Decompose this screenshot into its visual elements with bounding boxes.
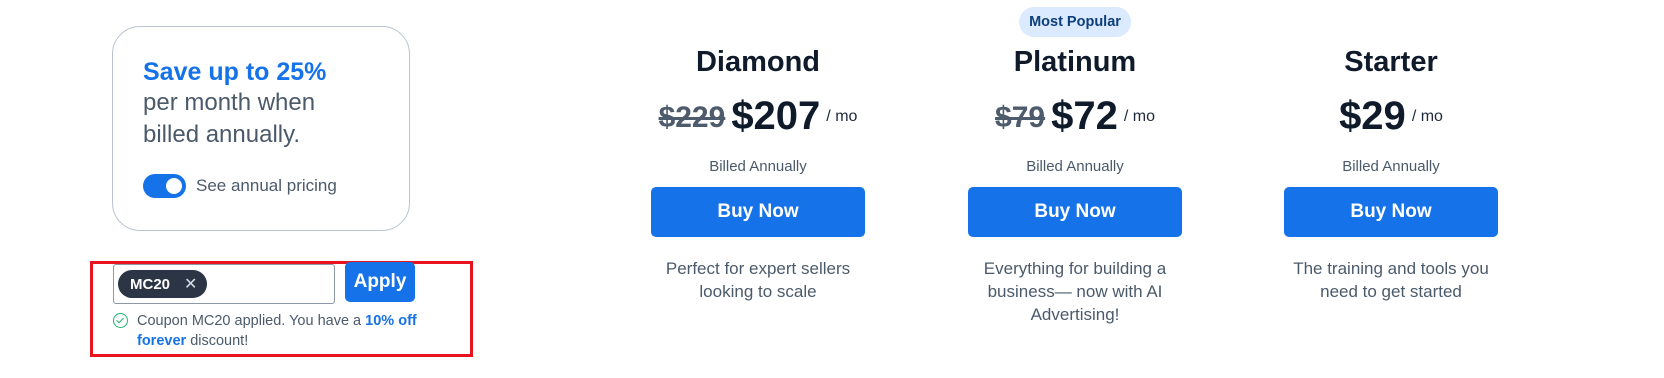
price-period: / mo bbox=[1123, 108, 1155, 125]
discounted-price: $72 bbox=[1051, 94, 1118, 138]
buy-now-button-starter[interactable]: Buy Now bbox=[1284, 187, 1498, 237]
price-row: $29 / mo bbox=[1261, 92, 1521, 140]
buy-now-button-platinum[interactable]: Buy Now bbox=[968, 187, 1182, 237]
price: $29 bbox=[1339, 94, 1406, 138]
remove-coupon-icon[interactable]: ✕ bbox=[184, 274, 197, 294]
coupon-input[interactable]: MC20 ✕ bbox=[113, 264, 335, 304]
coupon-code: MC20 bbox=[130, 275, 171, 293]
coupon-message-suffix: discount! bbox=[186, 333, 249, 349]
buy-now-button-diamond[interactable]: Buy Now bbox=[651, 187, 865, 237]
most-popular-badge: Most Popular bbox=[1019, 7, 1131, 37]
annual-pricing-toggle-row: See annual pricing bbox=[143, 174, 409, 198]
billing-frequency: Billed Annually bbox=[709, 158, 807, 175]
original-price: $79 bbox=[995, 101, 1046, 134]
savings-headline: Save up to 25% bbox=[143, 58, 327, 86]
billing-frequency: Billed Annually bbox=[1342, 158, 1440, 175]
plan-description: Perfect for expert sellers looking to sc… bbox=[665, 259, 851, 301]
savings-subtext: per month when billed annually. bbox=[143, 89, 316, 148]
price-row: $79 $72 / mo bbox=[945, 92, 1205, 140]
coupon-chip: MC20 ✕ bbox=[118, 270, 208, 298]
discounted-price: $207 bbox=[731, 94, 821, 138]
plan-name: Diamond bbox=[695, 46, 821, 78]
billing-frequency: Billed Annually bbox=[1026, 158, 1124, 175]
check-circle-icon bbox=[113, 313, 128, 328]
annual-pricing-label[interactable]: See annual pricing bbox=[196, 176, 337, 196]
annual-pricing-toggle[interactable] bbox=[143, 174, 186, 198]
coupon-message-prefix: Coupon MC20 applied. You have a bbox=[137, 313, 366, 329]
original-price: $229 bbox=[658, 101, 726, 134]
coupon-message-text: Coupon MC20 applied. You have a 10% off … bbox=[113, 311, 423, 351]
apply-coupon-button[interactable]: Apply bbox=[345, 262, 415, 302]
coupon-status-message: Coupon MC20 applied. You have a 10% off … bbox=[113, 311, 423, 351]
price-row: $229 $207 / mo bbox=[628, 92, 888, 140]
plan-name: Platinum bbox=[1013, 46, 1137, 78]
plan-name: Starter bbox=[1344, 46, 1438, 78]
price-period: / mo bbox=[1411, 108, 1443, 125]
toggle-knob bbox=[166, 178, 182, 194]
annual-savings-card: Save up to 25% per month when billed ann… bbox=[112, 26, 410, 231]
price-period: / mo bbox=[826, 108, 858, 125]
plan-description: Everything for building a business— now … bbox=[983, 259, 1167, 324]
plan-description: The training and tools you need to get s… bbox=[1293, 259, 1489, 301]
